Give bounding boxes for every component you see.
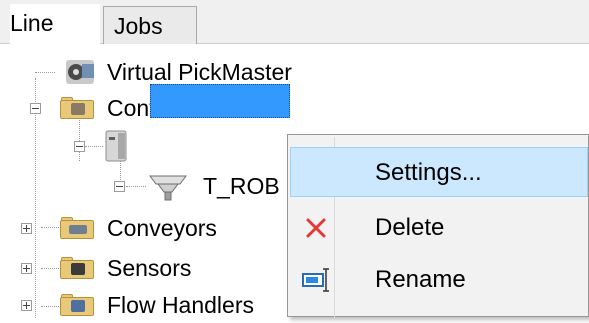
menu-item-label: Rename bbox=[375, 266, 466, 293]
expand-icon[interactable] bbox=[21, 223, 32, 234]
tree-item-t-rob[interactable]: T_ROB bbox=[0, 168, 300, 204]
menu-item-rename[interactable]: Rename bbox=[290, 255, 588, 305]
tree-item-controller-1[interactable]: Controller 1 bbox=[60, 128, 300, 164]
tab-bar: Line Jobs bbox=[0, 0, 589, 44]
menu-item-label: Settings... bbox=[375, 159, 482, 186]
tree-item-label: Conveyors bbox=[107, 215, 217, 241]
selected-item-highlight bbox=[150, 84, 290, 118]
flow-handlers-folder-icon bbox=[60, 294, 94, 316]
collapse-icon[interactable] bbox=[74, 141, 85, 152]
controller-cabinet-icon bbox=[105, 130, 127, 162]
menu-item-delete[interactable]: Delete bbox=[290, 203, 588, 253]
menu-item-settings[interactable]: Settings... bbox=[290, 147, 588, 197]
expand-icon[interactable] bbox=[114, 181, 125, 192]
sensors-folder-icon bbox=[60, 257, 94, 279]
red-x-icon bbox=[306, 218, 326, 238]
menu-item-label: Delete bbox=[375, 214, 445, 241]
tab-line[interactable]: Line bbox=[10, 4, 100, 44]
robot-icon bbox=[149, 175, 187, 201]
expand-icon[interactable] bbox=[21, 263, 32, 274]
tree-item-label: Controller 1 bbox=[157, 133, 276, 159]
tab-line-label: Line bbox=[10, 10, 54, 36]
context-menu: Settings... Delete Rename bbox=[287, 134, 589, 318]
expand-icon[interactable] bbox=[21, 300, 32, 311]
rename-icon bbox=[302, 268, 329, 292]
collapse-icon[interactable] bbox=[30, 103, 41, 114]
tree-item-label: Flow Handlers bbox=[107, 292, 254, 318]
tree-item-sensors[interactable]: Sensors bbox=[0, 250, 300, 286]
controllers-folder-icon bbox=[60, 97, 94, 119]
pickmaster-icon bbox=[66, 60, 94, 84]
tab-jobs-label: Jobs bbox=[114, 13, 163, 39]
tree-item-label: T_ROB bbox=[203, 173, 280, 199]
conveyors-folder-icon bbox=[60, 217, 94, 239]
tree-item-conveyors[interactable]: Conveyors bbox=[0, 210, 300, 246]
tree-item-flow-handlers[interactable]: Flow Handlers bbox=[0, 287, 300, 323]
tab-jobs[interactable]: Jobs bbox=[103, 6, 197, 44]
tree-item-label: Sensors bbox=[107, 255, 192, 281]
